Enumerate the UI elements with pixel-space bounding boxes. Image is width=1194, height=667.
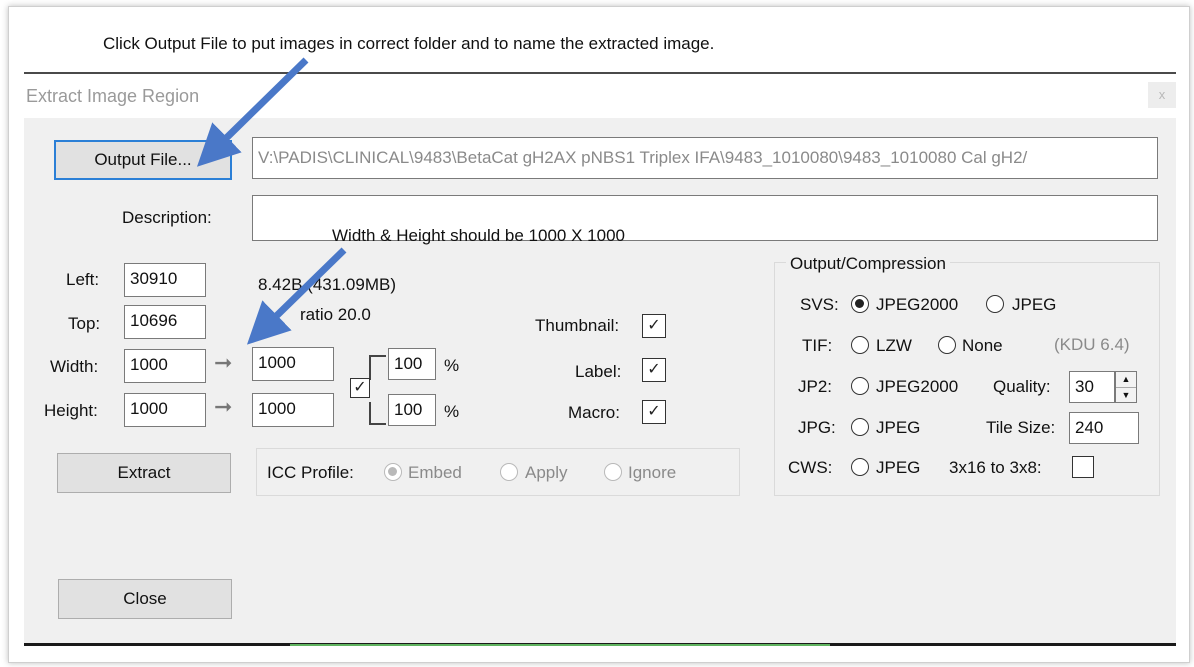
x3-convert-label: 3x16 to 3x8: [949, 458, 1042, 477]
jp2-jpeg2000-radio[interactable] [851, 377, 869, 395]
svs-jpeg2000-label: JPEG2000 [876, 295, 959, 314]
top-annotation: Click Output File to put images in corre… [103, 34, 715, 53]
label-option-label: Label: [575, 362, 622, 381]
extract-button[interactable]: Extract [57, 453, 231, 493]
tif-lzw-label: LZW [876, 336, 912, 355]
quality-label: Quality: [993, 377, 1051, 396]
stepper-up-icon[interactable]: ▲ [1116, 372, 1136, 388]
top-input[interactable]: 10696 [124, 305, 206, 339]
width-percent-input[interactable]: 100 [388, 348, 436, 380]
left-input[interactable]: 30910 [124, 263, 206, 297]
svs-jpeg-label: JPEG [1012, 295, 1057, 314]
height-percent-symbol: % [444, 402, 460, 421]
close-button[interactable]: Close [58, 579, 232, 619]
width-input[interactable]: 1000 [124, 349, 206, 383]
height-input[interactable]: 1000 [124, 393, 206, 427]
jpg-label: JPG: [798, 418, 836, 437]
quality-stepper[interactable]: ▲ ▼ [1115, 371, 1137, 403]
extract-label: Extract [117, 463, 171, 482]
quality-input[interactable]: 30 [1069, 371, 1115, 403]
height-arrow-icon: ➞ [214, 394, 233, 419]
close-label: Close [123, 589, 167, 608]
macro-label: Macro: [568, 403, 620, 422]
size-info-a: 8.42 [258, 275, 292, 294]
label-checkbox[interactable]: ✓ [642, 358, 666, 382]
description-label: Description: [122, 208, 212, 227]
icc-embed-label: Embed [408, 463, 462, 482]
tif-none-radio[interactable] [938, 336, 956, 354]
tif-none-label: None [962, 336, 1003, 355]
bottom-accent-line [290, 644, 830, 646]
icc-apply-label: Apply [525, 463, 568, 482]
height-label: Height: [44, 401, 98, 420]
height-percent-input[interactable]: 100 [388, 394, 436, 426]
icc-profile-label: ICC Profile: [267, 463, 354, 482]
macro-checkbox[interactable]: ✓ [642, 400, 666, 424]
width-arrow-icon: ➞ [214, 350, 233, 375]
window-title: Extract Image Region [26, 86, 200, 106]
icc-ignore-label: Ignore [628, 463, 677, 482]
svs-jpeg-radio[interactable] [986, 295, 1004, 313]
ratio-text: ratio 20.0 [300, 305, 371, 324]
kdu-version: (KDU 6.4) [1054, 335, 1130, 354]
tile-size-input[interactable]: 240 [1069, 412, 1139, 444]
output-file-button[interactable]: Output File... [54, 140, 232, 180]
icc-embed-radio[interactable] [384, 463, 402, 481]
output-file-label: Output File... [94, 150, 192, 169]
svs-jpeg2000-radio[interactable] [851, 295, 869, 313]
cws-jpeg-radio[interactable] [851, 458, 869, 476]
width-percent-symbol: % [444, 356, 460, 375]
output-width-input[interactable]: 1000 [252, 347, 334, 381]
size-info: 8.42B (431.09MB) [258, 275, 396, 295]
cws-jpeg-label: JPEG [876, 458, 921, 477]
thumbnail-label: Thumbnail: [535, 316, 620, 335]
icc-apply-radio[interactable] [500, 463, 518, 481]
left-label: Left: [66, 270, 100, 289]
output-path-field[interactable]: V:\PADIS\CLINICAL\9483\BetaCat gH2AX pNB… [252, 137, 1158, 179]
tif-label: TIF: [802, 336, 833, 355]
jpg-jpeg-label: JPEG [876, 418, 921, 437]
compression-group-label: Output/Compression [786, 254, 950, 274]
tile-size-label: Tile Size: [986, 418, 1056, 437]
thumbnail-checkbox[interactable]: ✓ [642, 314, 666, 338]
stepper-down-icon[interactable]: ▼ [1116, 388, 1136, 403]
icc-ignore-radio[interactable] [604, 463, 622, 481]
width-label: Width: [50, 357, 99, 376]
size-annotation: Width & Height should be 1000 X 1000 [332, 226, 625, 245]
jpg-jpeg-radio[interactable] [851, 418, 869, 436]
svs-label: SVS: [800, 295, 839, 314]
x3-convert-checkbox[interactable] [1072, 456, 1094, 478]
close-window-button[interactable]: x [1148, 82, 1176, 108]
size-info-b: B (431.09MB) [291, 275, 396, 294]
jp2-label: JP2: [798, 377, 833, 396]
tif-lzw-radio[interactable] [851, 336, 869, 354]
jp2-jpeg2000-label: JPEG2000 [876, 377, 959, 396]
cws-label: CWS: [788, 458, 833, 477]
output-height-input[interactable]: 1000 [252, 393, 334, 427]
lock-aspect-checkbox[interactable]: ✓ [350, 378, 370, 398]
top-label: Top: [68, 314, 101, 333]
